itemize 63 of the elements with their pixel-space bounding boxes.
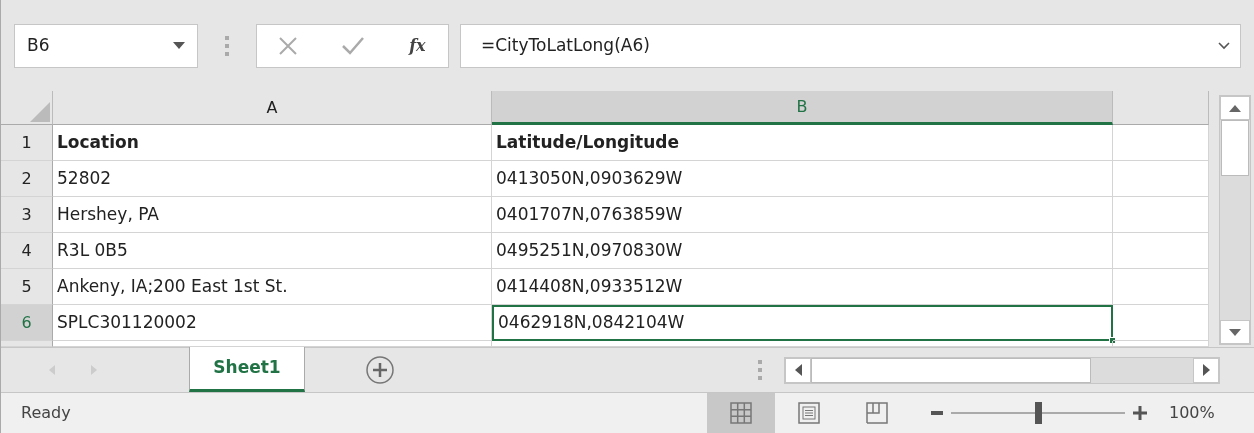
row-header[interactable]: 6 [1, 305, 53, 341]
up-arrow-icon[interactable] [1229, 104, 1241, 112]
normal-view-icon [730, 402, 752, 424]
horizontal-scrollbar[interactable] [784, 356, 1220, 384]
table-cell[interactable]: 0401707N,0763859W [492, 197, 1113, 233]
grip-icon [225, 35, 229, 56]
scroll-thumb[interactable] [811, 357, 1091, 383]
previous-sheet-icon[interactable] [49, 365, 55, 375]
page-break-icon [866, 402, 888, 424]
row-header[interactable] [1, 341, 53, 347]
table-cell[interactable] [1113, 197, 1209, 233]
table-cell[interactable] [1113, 341, 1209, 347]
table-cell[interactable] [1113, 305, 1209, 341]
sheet-tab[interactable]: Sheet1 [189, 346, 305, 392]
row-header[interactable]: 2 [1, 161, 53, 197]
insert-function-button[interactable]: fx [409, 33, 426, 58]
scroll-thumb[interactable] [1221, 120, 1249, 176]
table-cell[interactable]: Ankeny, IA;200 East 1st St. [53, 269, 492, 305]
column-header[interactable] [1113, 91, 1209, 125]
table-cell[interactable]: Latitude/Longitude [492, 125, 1113, 161]
vertical-scrollbar[interactable] [1219, 95, 1251, 345]
row-header[interactable]: 3 [1, 197, 53, 233]
row-header[interactable]: 1 [1, 125, 53, 161]
table-cell[interactable]: SPLC301120002 [53, 305, 492, 341]
grip-icon [758, 360, 762, 380]
table-cell[interactable]: 52802 [53, 161, 492, 197]
fill-handle[interactable] [1109, 337, 1116, 344]
right-arrow-icon[interactable] [1202, 364, 1210, 376]
table-cell[interactable]: 0495251N,0970830W [492, 233, 1113, 269]
table-cell[interactable]: 0413050N,0903629W [492, 161, 1113, 197]
table-cell[interactable]: 0414408N,0933512W [492, 269, 1113, 305]
left-arrow-icon[interactable] [794, 364, 802, 376]
down-arrow-icon[interactable] [1229, 328, 1241, 336]
table-cell[interactable] [1113, 161, 1209, 197]
table-cell[interactable] [492, 341, 1113, 347]
row-header[interactable]: 5 [1, 269, 53, 305]
column-header[interactable]: A [53, 91, 492, 125]
table-cell[interactable] [1113, 233, 1209, 269]
corner-triangle-icon [30, 102, 50, 122]
table-cell[interactable]: 0462918N,0842104W [492, 305, 1113, 341]
zoom-level[interactable]: 100% [1169, 401, 1215, 425]
column-header[interactable]: B [492, 91, 1113, 125]
select-all-button[interactable] [1, 91, 53, 125]
check-icon[interactable] [342, 36, 365, 55]
row-header[interactable]: 4 [1, 233, 53, 269]
next-sheet-icon[interactable] [91, 365, 97, 375]
add-sheet-icon[interactable] [365, 355, 395, 385]
table-cell[interactable]: R3L 0B5 [53, 233, 492, 269]
formula-field[interactable]: =CityToLatLong(A6) [460, 23, 1241, 68]
view-button[interactable] [707, 392, 775, 433]
table-cell[interactable]: Hershey, PA [53, 197, 492, 233]
dropdown-icon [173, 41, 185, 50]
zoom-out-icon[interactable] [931, 411, 943, 415]
cancel-icon[interactable] [279, 36, 298, 55]
expand-icon[interactable] [1218, 41, 1230, 50]
slider-thumb[interactable] [1035, 402, 1042, 424]
status-text: Ready [20, 402, 72, 424]
page-layout-icon [798, 402, 820, 424]
name-box[interactable]: B6 [14, 23, 198, 68]
table-cell[interactable] [1113, 125, 1209, 161]
table-cell[interactable] [1113, 269, 1209, 305]
table-cell[interactable]: Location [53, 125, 492, 161]
zoom-in-icon[interactable] [1133, 406, 1147, 420]
